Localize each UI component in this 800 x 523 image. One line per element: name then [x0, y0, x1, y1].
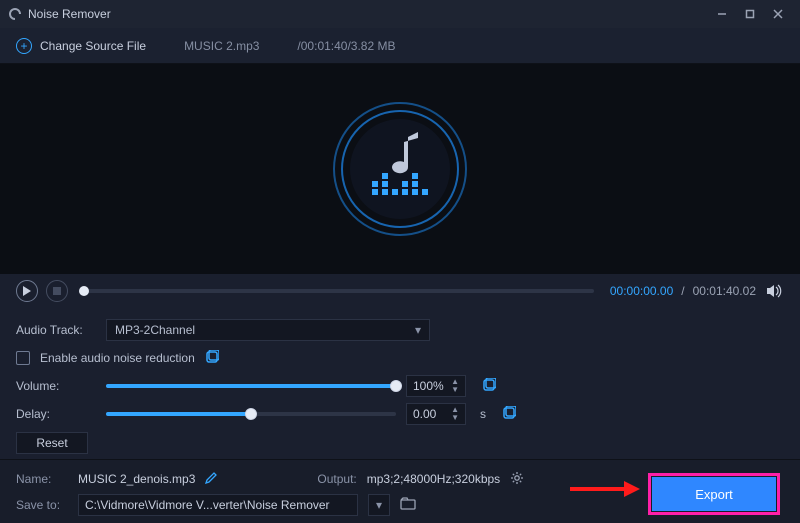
- change-source-button[interactable]: + Change Source File: [16, 38, 146, 54]
- chevron-down-icon: ▾: [415, 323, 421, 337]
- noise-reduction-checkbox[interactable]: [16, 351, 30, 365]
- duration: 00:01:40.02: [693, 284, 756, 298]
- volume-value-field[interactable]: 100% ▲▼: [406, 375, 466, 397]
- audio-preview: [0, 64, 800, 274]
- save-path-dropdown[interactable]: ▾: [368, 494, 390, 516]
- export-button[interactable]: Export: [652, 477, 776, 511]
- music-visual-icon: [320, 89, 480, 249]
- player-bar: 00:00:00.00 / 00:01:40.02: [0, 274, 800, 308]
- plus-icon: +: [16, 38, 32, 54]
- time-separator: /: [681, 284, 684, 298]
- volume-compare-icon[interactable]: [482, 378, 496, 395]
- app-logo-icon: [8, 7, 22, 21]
- name-label: Name:: [16, 472, 68, 486]
- change-source-label: Change Source File: [40, 39, 146, 53]
- maximize-button[interactable]: [736, 0, 764, 28]
- titlebar: Noise Remover: [0, 0, 800, 28]
- delay-label: Delay:: [16, 407, 96, 421]
- output-label: Output:: [317, 472, 356, 486]
- save-path-value: C:\Vidmore\Vidmore V...verter\Noise Remo…: [85, 498, 330, 512]
- stop-button[interactable]: [46, 280, 68, 302]
- seek-slider[interactable]: [84, 289, 594, 293]
- audio-track-label: Audio Track:: [16, 323, 96, 337]
- delay-value-field[interactable]: 0.00 ▲▼: [406, 403, 466, 425]
- reset-button[interactable]: Reset: [16, 432, 88, 454]
- delay-value: 0.00: [413, 407, 436, 421]
- audio-track-value: MP3-2Channel: [115, 323, 195, 337]
- output-settings-icon[interactable]: [510, 471, 524, 488]
- delay-stepper[interactable]: ▲▼: [451, 406, 459, 422]
- volume-icon[interactable]: [764, 284, 784, 298]
- window-title: Noise Remover: [28, 7, 708, 21]
- save-to-label: Save to:: [16, 498, 68, 512]
- delay-thumb[interactable]: [245, 408, 257, 420]
- delay-unit: s: [480, 407, 486, 421]
- open-folder-icon[interactable]: [400, 497, 416, 514]
- source-filename: MUSIC 2.mp3: [184, 39, 259, 53]
- audio-track-select[interactable]: MP3-2Channel ▾: [106, 319, 430, 341]
- volume-label: Volume:: [16, 379, 96, 393]
- save-path-field[interactable]: C:\Vidmore\Vidmore V...verter\Noise Remo…: [78, 494, 358, 516]
- source-meta: /00:01:40/3.82 MB: [297, 39, 395, 53]
- noise-reduction-label: Enable audio noise reduction: [40, 351, 195, 365]
- delay-slider[interactable]: [106, 412, 396, 416]
- volume-value: 100%: [413, 379, 444, 393]
- noise-reduction-settings-icon[interactable]: [205, 350, 219, 367]
- controls-panel: Audio Track: MP3-2Channel ▾ Enable audio…: [0, 308, 800, 458]
- output-format: mp3;2;48000Hz;320kbps: [367, 472, 500, 486]
- delay-compare-icon[interactable]: [502, 406, 516, 423]
- volume-stepper[interactable]: ▲▼: [451, 378, 459, 394]
- volume-slider[interactable]: [106, 384, 396, 388]
- edit-name-icon[interactable]: [205, 472, 217, 487]
- minimize-button[interactable]: [708, 0, 736, 28]
- output-name: MUSIC 2_denois.mp3: [78, 472, 195, 486]
- toolbar: + Change Source File MUSIC 2.mp3 /00:01:…: [0, 28, 800, 64]
- close-button[interactable]: [764, 0, 792, 28]
- play-button[interactable]: [16, 280, 38, 302]
- volume-thumb[interactable]: [390, 380, 402, 392]
- footer: Name: MUSIC 2_denois.mp3 Output: mp3;2;4…: [0, 459, 800, 523]
- seek-thumb[interactable]: [79, 286, 89, 296]
- current-time: 00:00:00.00: [610, 284, 673, 298]
